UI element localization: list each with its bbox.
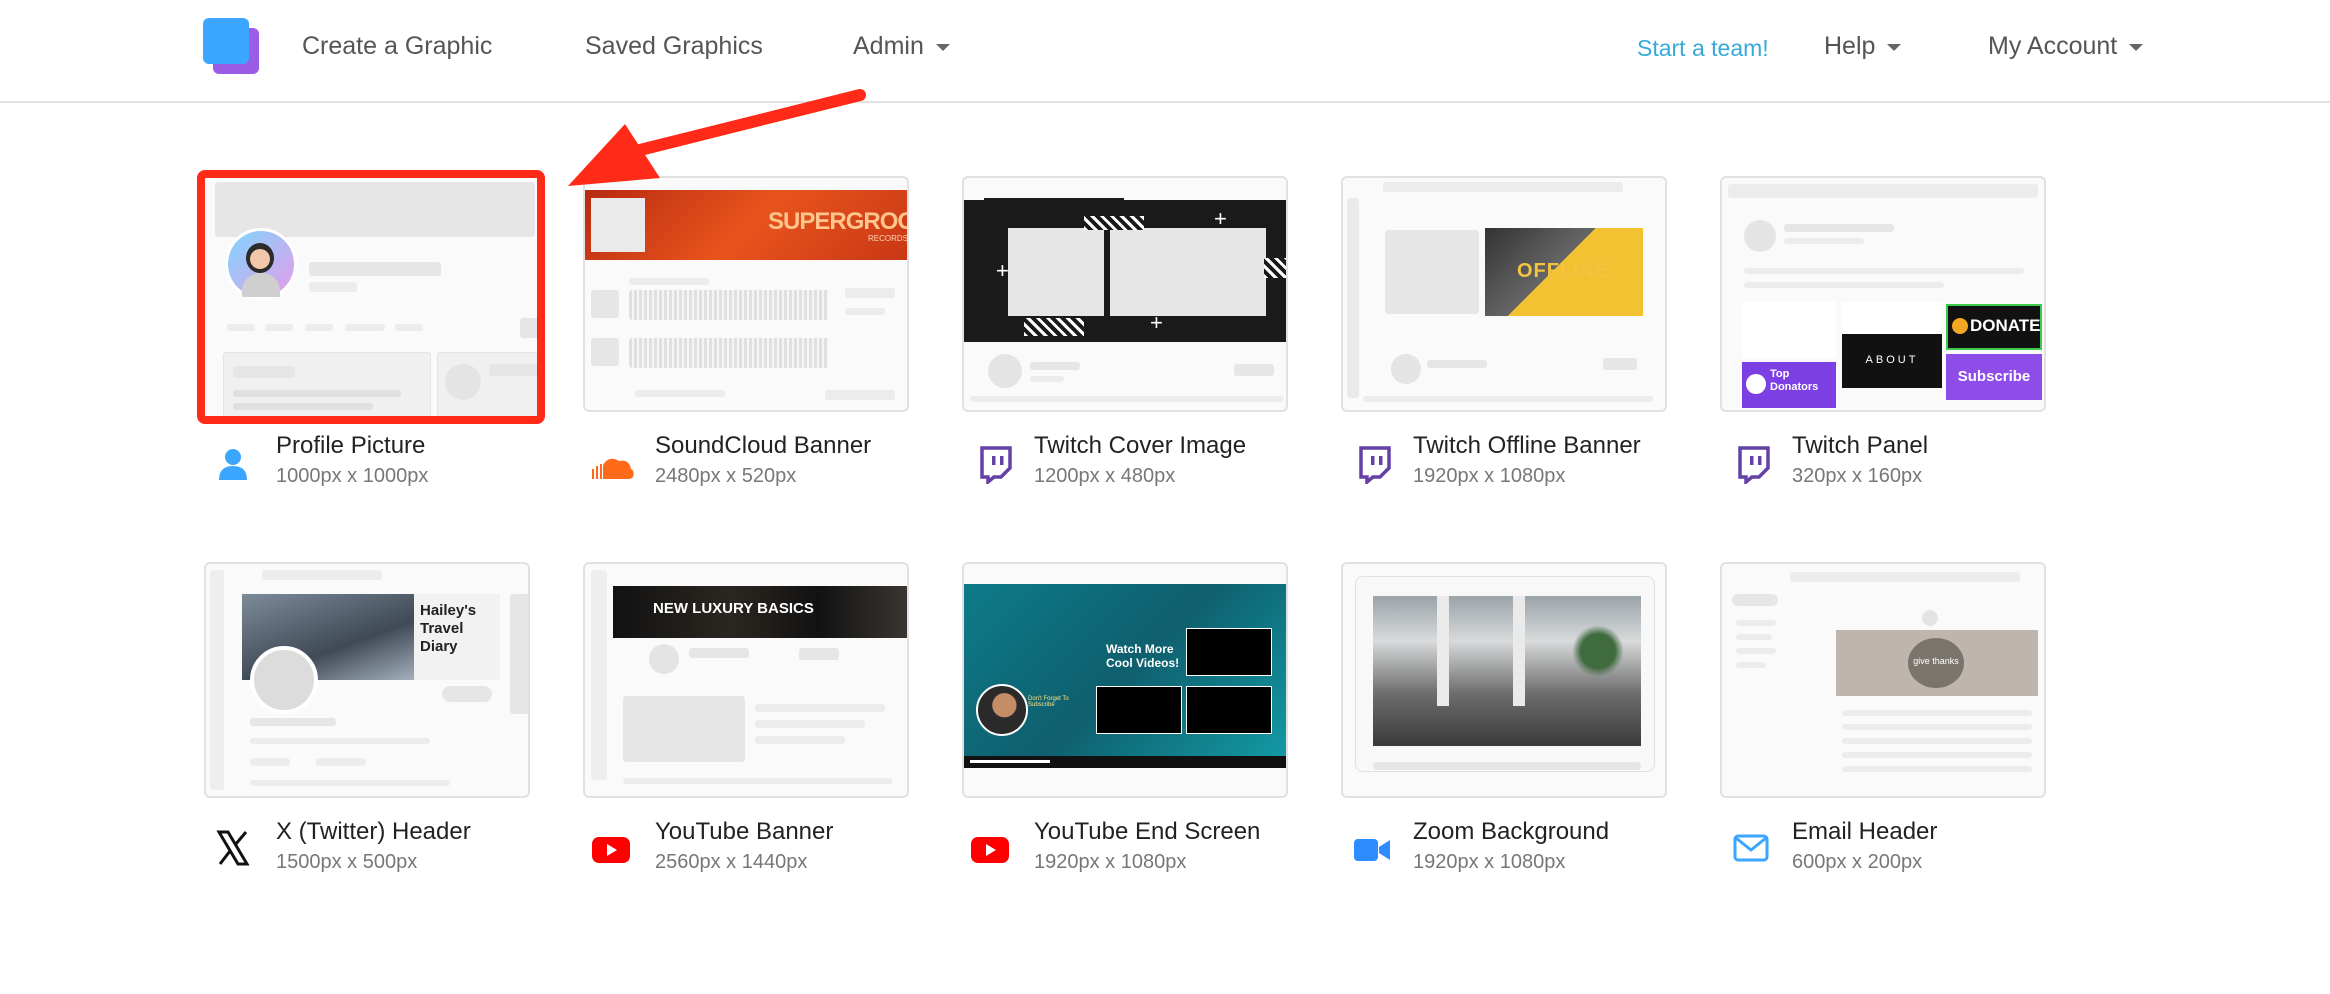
template-card-x-header[interactable]: Hailey's Travel Diary: [204, 562, 530, 798]
office-photo: [1373, 596, 1641, 746]
chevron-down-icon: [1887, 43, 1902, 51]
top-navigation-bar: Create a Graphic Saved Graphics Admin St…: [0, 0, 2330, 103]
card-title[interactable]: YouTube Banner: [655, 818, 833, 846]
thumb-brand-text: SUPERGROOVE: [768, 208, 907, 235]
plus-icon: +: [996, 258, 1009, 283]
template-card-twitch-panel[interactable]: Top Donators ABOUT DONATE Subscribe: [1720, 176, 2046, 412]
nav-help-dropdown[interactable]: Help: [1824, 32, 1902, 61]
app-logo[interactable]: [203, 18, 261, 76]
card-dimensions: 2560px x 1440px: [655, 851, 808, 873]
nav-saved-graphics[interactable]: Saved Graphics: [585, 32, 763, 61]
donate-panel: DONATE: [1946, 304, 2042, 350]
thumb-travel-text: Hailey's Travel Diary: [420, 602, 477, 655]
template-card-soundcloud-banner[interactable]: SUPERGROOVE RECORDS: [583, 176, 909, 412]
nav-admin-dropdown[interactable]: Admin: [853, 32, 950, 61]
zoom-video-icon: [1354, 839, 1390, 861]
email-icon: [1733, 834, 1769, 862]
card-dimensions: 1200px x 480px: [1034, 465, 1176, 487]
chevron-down-icon: [2129, 43, 2144, 51]
youtube-icon: [971, 837, 1009, 863]
template-card-email-header[interactable]: give thanks: [1720, 562, 2046, 798]
x-icon: [216, 830, 250, 866]
card-title[interactable]: Zoom Background: [1413, 818, 1609, 846]
card-dimensions: 2480px x 520px: [655, 465, 797, 487]
avatar: [225, 228, 297, 300]
nav-account-dropdown[interactable]: My Account: [1988, 32, 2144, 61]
card-dimensions: 1920px x 1080px: [1413, 851, 1566, 873]
card-title[interactable]: Profile Picture: [276, 432, 425, 460]
email-header-preview: give thanks: [1836, 630, 2038, 696]
thumb-watch-text: Watch More Cool Videos!: [1106, 642, 1180, 670]
user-icon: [219, 449, 247, 480]
top-donators-panel: Top Donators: [1742, 362, 1836, 408]
nav-account-label: My Account: [1988, 32, 2118, 60]
nav-help-label: Help: [1824, 32, 1876, 60]
nav-create-graphic[interactable]: Create a Graphic: [302, 32, 492, 61]
plus-icon: +: [1150, 310, 1163, 335]
thumb-offline-text: OFFLINE: [1517, 260, 1610, 282]
twitch-icon: [1738, 446, 1770, 484]
card-title[interactable]: Twitch Panel: [1792, 432, 1928, 460]
card-title[interactable]: SoundCloud Banner: [655, 432, 871, 460]
youtube-icon: [592, 837, 630, 863]
card-dimensions: 1500px x 500px: [276, 851, 418, 873]
card-title[interactable]: Twitch Offline Banner: [1413, 432, 1641, 460]
template-card-twitch-offline[interactable]: OFFLINE: [1341, 176, 1667, 412]
thumb-luxury-text: NEW LUXURY BASICS: [653, 600, 814, 617]
chevron-down-icon: [935, 43, 950, 51]
about-panel: ABOUT: [1842, 334, 1942, 388]
card-dimensions: 1920px x 1080px: [1413, 465, 1566, 487]
card-dimensions: 320px x 160px: [1792, 465, 1923, 487]
card-title[interactable]: X (Twitter) Header: [276, 818, 471, 846]
card-title[interactable]: YouTube End Screen: [1034, 818, 1260, 846]
template-card-zoom-background[interactable]: [1341, 562, 1667, 798]
subscribe-panel: Subscribe: [1946, 354, 2042, 400]
twitch-icon: [1359, 446, 1391, 484]
template-card-youtube-banner[interactable]: NEW LUXURY BASICS: [583, 562, 909, 798]
card-dimensions: 600px x 200px: [1792, 851, 1923, 873]
plus-icon: +: [1214, 206, 1227, 231]
template-card-twitch-cover[interactable]: + + +: [962, 176, 1288, 412]
card-dimensions: 1920px x 1080px: [1034, 851, 1187, 873]
card-title[interactable]: Twitch Cover Image: [1034, 432, 1246, 460]
start-team-link[interactable]: Start a team!: [1637, 35, 1769, 62]
template-card-profile-picture[interactable]: [197, 170, 545, 424]
card-dimensions: 1000px x 1000px: [276, 465, 429, 487]
twitch-icon: [980, 446, 1012, 484]
nav-admin-label: Admin: [853, 32, 924, 60]
thumb-sub-text: RECORDS: [868, 234, 909, 243]
template-card-youtube-end-screen[interactable]: Watch More Cool Videos! Don't Forget To …: [962, 562, 1288, 798]
soundcloud-icon: [592, 458, 634, 479]
card-title[interactable]: Email Header: [1792, 818, 1937, 846]
